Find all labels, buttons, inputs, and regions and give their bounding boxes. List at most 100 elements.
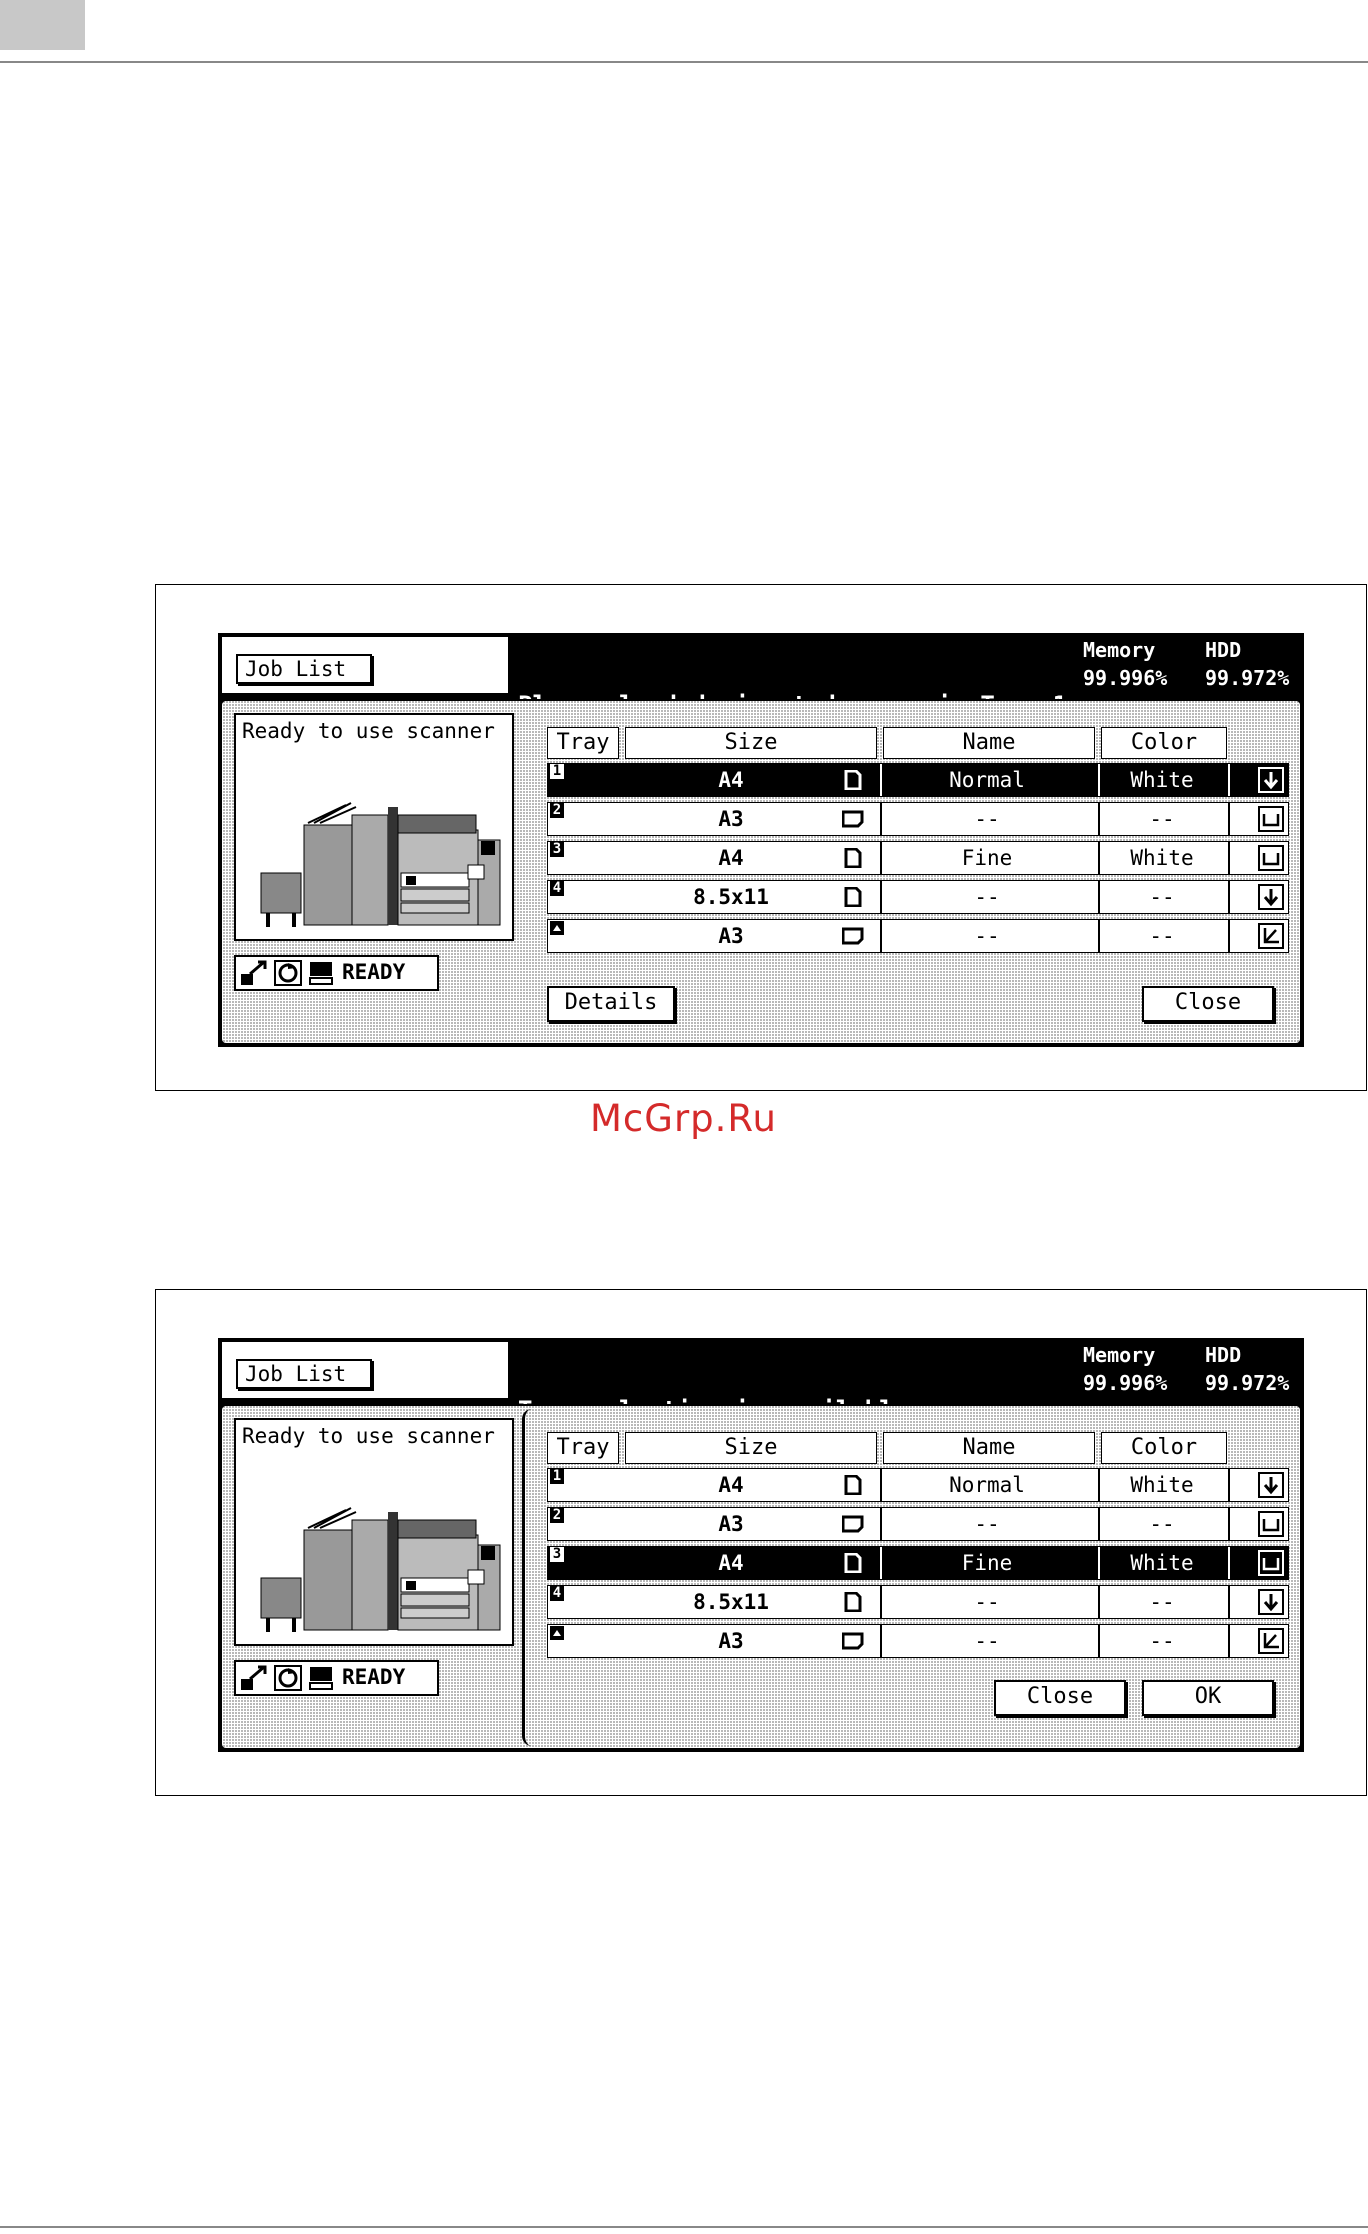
column-header-tray: Tray [547, 727, 619, 759]
column-divider [1228, 1469, 1230, 1501]
memory-label: Memory [1083, 638, 1156, 662]
landscape-paper-icon [842, 1515, 864, 1533]
memory-value: 99.996% [1083, 666, 1168, 690]
scan-arrow-icon [241, 1665, 267, 1690]
tray-size: A3 [718, 807, 744, 831]
hdd-status: HDD 99.972% [1205, 1341, 1289, 1397]
status-bar: READY [234, 955, 439, 991]
ready-status-text: READY [342, 960, 406, 984]
column-header-name: Name [883, 1432, 1095, 1464]
column-header-color: Color [1101, 1432, 1227, 1464]
tray-row-1[interactable]: 1 A4 Normal White [547, 763, 1289, 797]
close-button[interactable]: Close [994, 1680, 1126, 1716]
tray-paper-color: -- [1149, 1590, 1175, 1614]
bypass-tray-badge [550, 1626, 564, 1640]
job-list-button[interactable]: Job List [236, 654, 372, 684]
touch-panel-screen: Job List Please load designated paper in… [218, 633, 1304, 1047]
header-left: Job List [220, 635, 510, 695]
details-button[interactable]: Details [547, 986, 675, 1022]
hdd-label: HDD [1205, 638, 1242, 662]
status-bar: READY [234, 1660, 439, 1696]
down-arrow-icon [1258, 884, 1284, 910]
tray-row-bypass[interactable]: A3 -- -- [547, 1624, 1289, 1658]
tray-paper-color: -- [1149, 1629, 1175, 1653]
scanner-status-text: Ready to use scanner [242, 719, 495, 743]
touch-panel-screen: Job List Tray selection is available Sel… [218, 1338, 1304, 1752]
tray-size: 8.5x11 [693, 1590, 769, 1614]
tray-empty-icon [1258, 845, 1284, 871]
header-message: Tray selection is available Select tray … [518, 1338, 1078, 1511]
tray-row-3[interactable]: 3 A4 Fine White [547, 841, 1289, 875]
tray-paper-color: White [1130, 846, 1194, 870]
printer-status-icon [309, 1667, 333, 1690]
landscape-paper-icon [842, 927, 864, 945]
column-divider [1228, 881, 1230, 913]
header-left: Job List [220, 1340, 510, 1400]
column-divider [1228, 1508, 1230, 1540]
portrait-paper-icon [844, 1475, 862, 1495]
column-divider [1228, 1547, 1230, 1579]
portrait-paper-icon [844, 1592, 862, 1612]
machine-status-pane: Ready to use scanner [234, 1418, 514, 1646]
tray-paper-color: White [1130, 1473, 1194, 1497]
copier-machine-icon [260, 802, 501, 927]
job-list-button[interactable]: Job List [236, 1359, 372, 1389]
tray-size: A4 [718, 768, 744, 792]
column-header-size: Size [625, 727, 877, 759]
landscape-paper-icon [842, 810, 864, 828]
portrait-paper-icon [844, 770, 862, 790]
tray-size: A3 [718, 1512, 744, 1536]
tray-empty-icon [1258, 1511, 1284, 1537]
tray-number: 2 [550, 1508, 564, 1523]
tray-number: 2 [550, 803, 564, 818]
bottom-rule [0, 2226, 1368, 2228]
tray-size: A3 [718, 924, 744, 948]
body-panel: Ready to use scanner READY Tray Size Nam… [220, 1404, 1302, 1750]
tray-row-4[interactable]: 4 8.5x11 -- -- [547, 880, 1289, 914]
tray-row-2[interactable]: 2 A3 -- -- [547, 1507, 1289, 1541]
refresh-icon [274, 960, 302, 986]
tray-empty-icon [1258, 806, 1284, 832]
tray-paper-color: White [1130, 768, 1194, 792]
column-divider [1228, 1625, 1230, 1657]
tray-paper-color: -- [1149, 924, 1175, 948]
hdd-value: 99.972% [1205, 666, 1290, 690]
tray-row-3[interactable]: 3 A4 Fine White [547, 1546, 1289, 1580]
tray-row-bypass[interactable]: A3 -- -- [547, 919, 1289, 953]
tray-paper-color: White [1130, 1551, 1194, 1575]
top-rule [0, 61, 1368, 63]
memory-value: 99.996% [1083, 1371, 1168, 1395]
tray-number: 3 [550, 842, 564, 857]
hdd-value: 99.972% [1205, 1371, 1290, 1395]
bypass-icon [1258, 1628, 1284, 1654]
memory-label: Memory [1083, 1343, 1156, 1367]
tray-number: 1 [550, 1469, 564, 1484]
column-divider [1228, 920, 1230, 952]
bypass-tray-badge [550, 921, 564, 935]
bypass-icon [1258, 923, 1284, 949]
tray-number: 4 [550, 1586, 564, 1601]
watermark: McGrp.Ru [590, 1097, 777, 1140]
ok-button[interactable]: OK [1142, 1680, 1274, 1716]
close-button[interactable]: Close [1142, 986, 1274, 1022]
tray-paper-name: -- [974, 924, 1000, 948]
down-arrow-icon [1258, 767, 1284, 793]
column-header-size: Size [625, 1432, 877, 1464]
tray-paper-name: Normal [949, 1473, 1025, 1497]
column-divider [1228, 842, 1230, 874]
tray-row-4[interactable]: 4 8.5x11 -- -- [547, 1585, 1289, 1619]
tray-paper-name: -- [974, 1590, 1000, 1614]
scanner-status-text: Ready to use scanner [242, 1424, 495, 1448]
tray-row-2[interactable]: 2 A3 -- -- [547, 802, 1289, 836]
tray-paper-color: -- [1149, 1512, 1175, 1536]
tray-size: A4 [718, 1473, 744, 1497]
landscape-paper-icon [842, 1632, 864, 1650]
column-divider [1228, 803, 1230, 835]
tray-row-1[interactable]: 1 A4 Normal White [547, 1468, 1289, 1502]
memory-status: Memory 99.996% [1083, 1341, 1167, 1397]
refresh-icon [274, 1665, 302, 1691]
tray-number: 1 [550, 764, 564, 779]
tray-paper-name: -- [974, 1629, 1000, 1653]
tray-size: A4 [718, 846, 744, 870]
column-divider [1228, 764, 1230, 796]
